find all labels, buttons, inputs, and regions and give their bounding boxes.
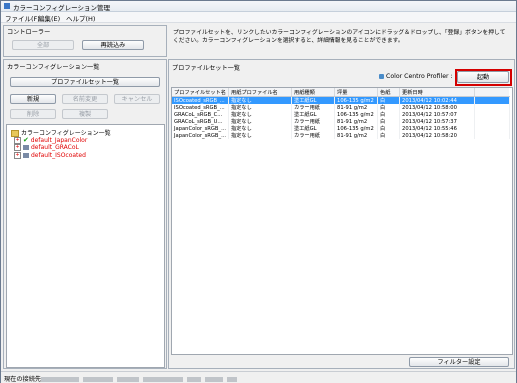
cell-basis-weight: 106-135 g/m2: [334, 111, 379, 118]
menu-file[interactable]: ファイル(F): [5, 13, 40, 23]
expand-icon[interactable]: +: [14, 137, 21, 144]
table-row[interactable]: JapanColor_sRGB_... 指定なし カラー用紙 81-91 g/m2 白 2…: [172, 132, 510, 139]
cell-filler: [474, 104, 510, 111]
delete-button[interactable]: 削除: [10, 109, 56, 119]
rename-button[interactable]: 名前変更: [62, 94, 108, 104]
tree-root[interactable]: カラーコンフィグレーション一覧: [11, 128, 111, 137]
cell-updated: 2013/04/12 10:57:37: [399, 118, 476, 125]
cell-basis-weight: 81-91 g/m2: [334, 104, 379, 111]
table-row[interactable]: JapanColor_sRGB_... 指定なし 塗工紙GL 106-135 g/m2…: [172, 125, 510, 132]
cell-paper-profile-name: 指定なし: [228, 111, 293, 118]
cell-paper-profile-name: 指定なし: [228, 118, 293, 125]
cell-basis-weight: 106-135 g/m2: [334, 125, 379, 132]
title-bar: カラーコンフィグレーション管理: [1, 1, 516, 12]
cell-paper-type: 塗工紙GL: [291, 111, 336, 118]
window-title: カラーコンフィグレーション管理: [13, 4, 111, 12]
cell-filler: [474, 132, 510, 139]
highlight-box: [455, 69, 512, 86]
col-profile-set-name[interactable]: プロファイルセット名: [172, 88, 230, 97]
controller-title: コントローラー: [7, 29, 51, 36]
cell-filler: [474, 111, 510, 118]
duplicate-button[interactable]: 複製: [62, 109, 108, 119]
tree-item-isocoated[interactable]: + default_ISOcoated: [14, 152, 86, 160]
config-icon: [23, 153, 29, 158]
cell-color-paper: 白: [377, 104, 401, 111]
cell-updated: 2013/04/12 10:58:20: [399, 132, 476, 139]
reload-button[interactable]: 再読込み: [82, 40, 144, 50]
cell-paper-profile-name: 指定なし: [228, 125, 293, 132]
cell-profile-set-name: GRACoL_sRGB_C...: [172, 111, 230, 118]
profiler-label: Color Centro Profiler :: [379, 73, 453, 80]
table-row[interactable]: GRACoL_sRGB_C... 指定なし 塗工紙GL 106-135 g/m2 白 20…: [172, 111, 510, 118]
table-row[interactable]: GRACoL_sRGB_U... 指定なし カラー用紙 81-91 g/m2 白 2013…: [172, 118, 510, 125]
cell-filler: [474, 125, 510, 132]
table-row[interactable]: ISOcoated_sRGB_... 指定なし 塗工紙GL 106-135 g/m2 白…: [172, 96, 510, 104]
cell-basis-weight: 106-135 g/m2: [334, 96, 379, 104]
cell-color-paper: 白: [377, 118, 401, 125]
profile-set-list-button[interactable]: プロファイルセット一覧: [10, 77, 160, 87]
tree-item-japancolor[interactable]: + ✔ default_JapanColor: [14, 136, 87, 144]
cell-color-paper: 白: [377, 125, 401, 132]
menu-bar: ファイル(F) 編集(E) ヘルプ(H): [1, 12, 516, 23]
status-connection-redacted: [41, 375, 238, 383]
cell-updated: 2013/04/12 10:55:46: [399, 125, 476, 132]
color-config-group: カラーコンフィグレーション一覧 プロファイルセット一覧 新規 名前変更 キャンセ…: [3, 59, 167, 369]
all-button[interactable]: 全部: [12, 40, 74, 50]
check-icon: ✔: [23, 136, 29, 144]
expand-icon[interactable]: +: [14, 144, 21, 151]
cell-color-paper: 白: [377, 132, 401, 139]
menu-help[interactable]: ヘルプ(H): [66, 13, 95, 23]
profile-set-title: プロファイルセット一覧: [172, 65, 241, 72]
tree-item-gracol[interactable]: + default_GRACoL: [14, 144, 79, 152]
cell-paper-type: 塗工紙GL: [291, 96, 336, 104]
profile-table: プロファイルセット名 用紙プロファイル名 用紙種類 坪量 色紙 更新日時 ISO…: [172, 88, 510, 139]
cell-profile-set-name: ISOcoated_sRGB_...: [172, 96, 230, 104]
new-button[interactable]: 新規: [10, 94, 56, 104]
config-tree[interactable]: カラーコンフィグレーション一覧 + ✔ default_JapanColor + d…: [6, 124, 165, 368]
col-paper-type[interactable]: 用紙種類: [291, 88, 336, 97]
col-filler: [474, 88, 510, 97]
cell-updated: 2013/04/12 10:57:07: [399, 111, 476, 118]
cell-paper-type: カラー用紙: [291, 132, 336, 139]
col-updated[interactable]: 更新日時: [399, 88, 476, 97]
col-color-paper[interactable]: 色紙: [377, 88, 401, 97]
cell-basis-weight: 81-91 g/m2: [334, 132, 379, 139]
cell-color-paper: 白: [377, 111, 401, 118]
filter-settings-button[interactable]: フィルター設定: [409, 357, 509, 367]
cell-profile-set-name: JapanColor_sRGB_...: [172, 132, 230, 139]
table-header-row: プロファイルセット名 用紙プロファイル名 用紙種類 坪量 色紙 更新日時: [172, 88, 510, 97]
cell-paper-profile-name: 指定なし: [228, 132, 293, 139]
app-icon: [4, 3, 10, 9]
color-config-title: カラーコンフィグレーション一覧: [7, 64, 100, 71]
cell-profile-set-name: ISOcoated_sRGB_...: [172, 104, 230, 111]
cell-paper-type: 塗工紙GL: [291, 125, 336, 132]
status-label: 現在の接続先: [4, 376, 42, 383]
cell-color-paper: 白: [377, 96, 401, 104]
col-basis-weight[interactable]: 坪量: [334, 88, 379, 97]
menu-edit[interactable]: 編集(E): [38, 13, 60, 23]
cell-filler: [474, 118, 510, 125]
cell-profile-set-name: JapanColor_sRGB_...: [172, 125, 230, 132]
cell-updated: 2013/04/12 10:58:00: [399, 104, 476, 111]
profiler-icon: [379, 73, 384, 79]
controller-group: コントローラー 全部 再読込み: [3, 25, 167, 57]
app-window: カラーコンフィグレーション管理 ファイル(F) 編集(E) ヘルプ(H) コント…: [0, 0, 517, 383]
cell-filler: [474, 96, 510, 104]
expand-icon[interactable]: +: [14, 152, 21, 159]
cell-profile-set-name: GRACoL_sRGB_U...: [172, 118, 230, 125]
profile-set-table[interactable]: プロファイルセット名 用紙プロファイル名 用紙種類 坪量 色紙 更新日時 ISO…: [171, 87, 513, 355]
config-icon: [23, 145, 29, 150]
col-paper-profile-name[interactable]: 用紙プロファイル名: [228, 88, 293, 97]
cell-updated: 2013/04/12 10:02:44: [399, 96, 476, 104]
cell-paper-type: カラー用紙: [291, 104, 336, 111]
cell-paper-profile-name: 指定なし: [228, 96, 293, 104]
status-bar: 現在の接続先: [1, 371, 516, 383]
cancel-button[interactable]: キャンセル: [114, 94, 160, 104]
description-text: プロファイルセットを、リンクしたいカラーコンフィグレーションのアイコンにドラッグ…: [173, 30, 506, 44]
cell-paper-profile-name: 指定なし: [228, 104, 293, 111]
cell-paper-type: カラー用紙: [291, 118, 336, 125]
table-row[interactable]: ISOcoated_sRGB_... 指定なし カラー用紙 81-91 g/m2 白 20…: [172, 104, 510, 111]
profile-set-group: プロファイルセット一覧 Color Centro Profiler : 起動 プ…: [168, 59, 515, 369]
cell-basis-weight: 81-91 g/m2: [334, 118, 379, 125]
